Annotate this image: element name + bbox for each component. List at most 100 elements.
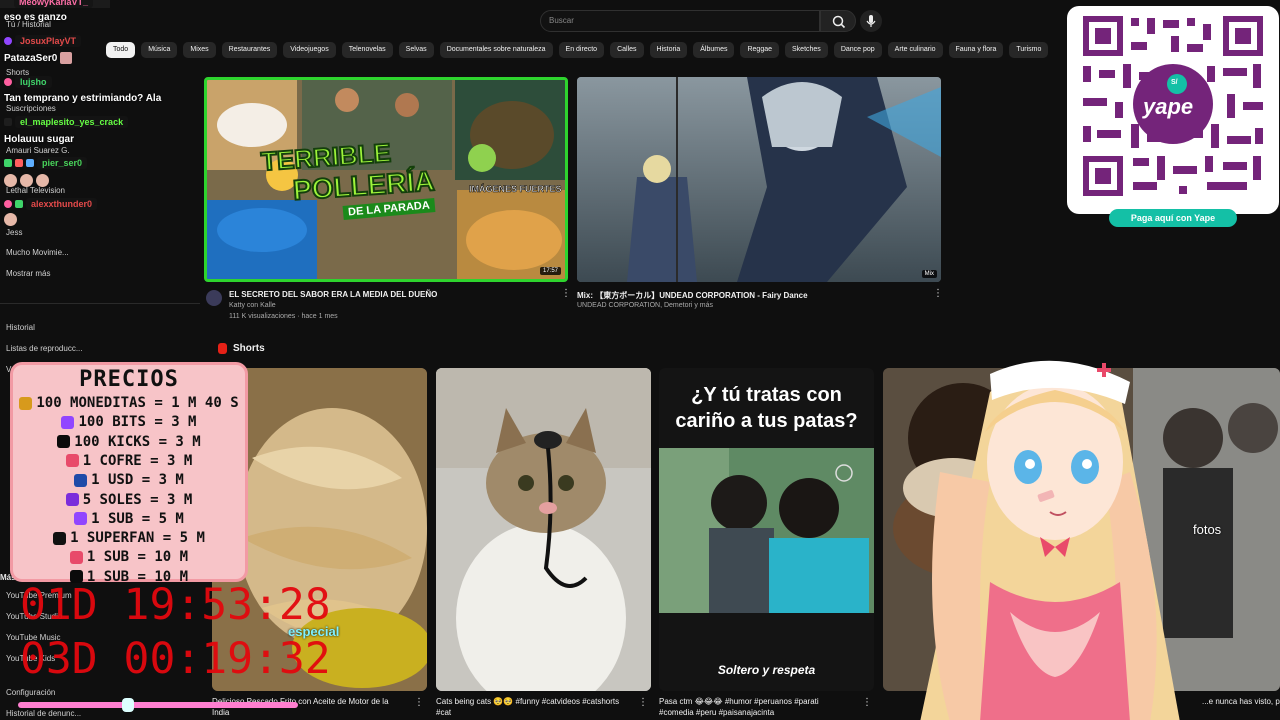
short-2[interactable] (436, 368, 651, 691)
price-line-text: 1 SUB = 10 M (86, 549, 189, 566)
chat-username-6-label: alexxthunder0 (26, 198, 98, 210)
yape-pay-button[interactable]: Paga aquí con Yape (1109, 209, 1237, 227)
shorts-heading: Shorts (218, 343, 265, 354)
chip-1[interactable]: Música (141, 42, 178, 58)
chat-username-6: alexxthunder0 (4, 198, 98, 210)
chip-3[interactable]: Restaurantes (221, 42, 278, 58)
chip-9[interactable]: Calles (610, 42, 644, 58)
chat-username-1-label: MeowyKarlaVT_ (14, 0, 94, 8)
price-line-4: 1 USD = 3 M (13, 472, 245, 488)
chip-14[interactable]: Dance pop (833, 42, 882, 58)
price-line-8: 1 SUB = 10 M (13, 549, 245, 565)
chat-message-4: Holauuu sugar (4, 134, 74, 145)
short-2-menu-icon[interactable]: ⋮ (638, 697, 648, 708)
video-title-1[interactable]: EL SECRETO DEL SABOR ERA LA MEDIA DEL DU… (229, 290, 437, 299)
price-line-1: 100 BITS = 3 M (13, 414, 245, 430)
yape-qr-card: S/ yape (1067, 6, 1279, 214)
chip-10[interactable]: Historia (649, 42, 688, 58)
short-5-caption[interactable]: ...e nunca has visto, par (1202, 696, 1280, 707)
short-2-caption[interactable]: Cats being cats 🥺🥺 #funny #catvideos #ca… (436, 696, 619, 718)
shorts-heading-label: Shorts (233, 343, 265, 354)
video-thumbnail-1[interactable]: TERRIBLE POLLERÍA DE LA PARADA IMÁGENES … (204, 77, 568, 282)
video-thumbnail-2[interactable]: Mix (577, 77, 941, 282)
top-bar: Buscar (200, 0, 1080, 40)
progress-ghost-icon (122, 698, 134, 712)
sidebar-sub-1[interactable]: Amauri Suarez G. (6, 146, 70, 155)
chip-4[interactable]: Videojuegos (283, 42, 336, 58)
price-line-text: 100 KICKS = 3 M (74, 433, 201, 450)
chat-username-2-label: JosuxPlayVT (15, 35, 82, 47)
chip-0[interactable]: Todo (106, 42, 136, 58)
sidebar-item-playlists[interactable]: Listas de reproducc... (6, 344, 82, 353)
chat-username-3-label: lujsho (15, 76, 52, 88)
sidebar-item-history[interactable]: Historial (6, 323, 35, 332)
price-line-3: 1 COFRE = 3 M (13, 453, 245, 469)
price-line-text: 1 SUB = 5 M (91, 510, 184, 527)
chat-username-3: lujsho (4, 76, 52, 88)
price-line-7: 1 SUPERFAN = 5 M (13, 530, 245, 546)
thumb-text-imagenes: IMÁGENES FUERTES (469, 184, 562, 195)
chip-13[interactable]: Sketches (785, 42, 828, 58)
search-button[interactable] (820, 10, 856, 32)
video-channel-2[interactable]: UNDEAD CORPORATION, Demetori y más (577, 302, 713, 309)
video-menu-2-icon[interactable]: ⋮ (933, 288, 943, 299)
short-1-menu-icon[interactable]: ⋮ (414, 697, 424, 708)
countdown-timer-2: 03D 00:19:32 (20, 634, 331, 684)
search-placeholder: Buscar (549, 16, 574, 25)
sidebar-sub-3[interactable]: Jess (6, 228, 22, 237)
short-3[interactable]: ¿Y tú tratas con cariño a tus patas? Sol… (659, 368, 874, 691)
price-platform-icon (65, 493, 79, 506)
chat-message-4-text: Holauuu sugar (4, 134, 75, 145)
video-mix-badge: Mix (921, 270, 937, 278)
search-input[interactable]: Buscar (540, 10, 820, 32)
video-menu-1-icon[interactable]: ⋮ (561, 288, 571, 299)
chat-username-1: MeowyKarlaVT_ (14, 0, 94, 8)
prices-title: PRECIOS (79, 367, 179, 392)
chip-8[interactable]: En directo (558, 42, 605, 58)
price-line-text: 1 SUPERFAN = 5 M (70, 530, 205, 547)
channel-avatar-1[interactable] (206, 290, 222, 306)
price-line-6: 1 SUB = 5 M (13, 511, 245, 527)
chip-6[interactable]: Selvas (398, 42, 434, 58)
shorts-logo-icon (218, 343, 227, 354)
chip-11[interactable]: Álbumes (693, 42, 735, 58)
price-platform-icon (69, 550, 83, 564)
chip-15[interactable]: Arte culinario (887, 42, 943, 58)
yape-badge-text: S/ (1171, 79, 1178, 86)
short-2-caption-line1: Cats being cats 🥺🥺 #funny #catvideos #ca… (436, 697, 620, 706)
chip-17[interactable]: Turismo (1009, 42, 1049, 58)
price-line-5: 5 SOLES = 3 M (13, 492, 245, 508)
chat-message-3-text: Tan temprano y estrimiando? Ala (4, 93, 162, 104)
microphone-icon (866, 15, 876, 27)
chip-12[interactable]: Reggae (740, 42, 780, 58)
short-3-menu-icon[interactable]: ⋮ (862, 697, 872, 708)
short-3-brand-logo: Soltero y respeta (717, 663, 816, 677)
chat-badge-icon (4, 118, 12, 126)
chip-16[interactable]: Fauna y flora (948, 42, 1004, 58)
chat-emotes-row (4, 174, 49, 187)
chip-2[interactable]: Mixes (183, 42, 216, 58)
video-title-2[interactable]: Mix: 【東方ボーカル】UNDEAD CORPORATION - Fairy … (577, 290, 808, 301)
chip-7[interactable]: Documentales sobre naturaleza (439, 42, 553, 58)
chat-message-1-text: eso es ganzo (4, 12, 67, 23)
price-line-text: 100 MONEDITAS = 1 M 40 S (36, 395, 239, 411)
price-platform-icon (65, 454, 79, 468)
chip-5[interactable]: Telenovelas (341, 42, 393, 58)
sidebar-sub-2[interactable]: Lethal Television (6, 186, 65, 195)
chat-message-2: PatazaSer0 (4, 52, 73, 64)
chat-message-1: eso es ganzo (4, 12, 67, 23)
sidebar-sub-4[interactable]: Mucho Movimie... (6, 248, 69, 257)
chat-badge-icon (4, 200, 12, 208)
sidebar-item-settings[interactable]: Configuración (6, 688, 55, 697)
sidebar-item-subscriptions[interactable]: Suscripciones (6, 104, 56, 113)
video-channel-1[interactable]: Katty con Kalle (229, 302, 276, 309)
voice-search-button[interactable] (860, 10, 882, 32)
sidebar-item-report-history[interactable]: Historial de denunc... (6, 709, 81, 718)
video-meta-1: 111 K visualizaciones · hace 1 mes (229, 313, 338, 320)
short-3-caption[interactable]: Pasa ctm 😂😂😂 #humor #peruanos #parati #co… (659, 696, 819, 718)
price-platform-icon (19, 396, 33, 410)
short-3-caption-line2: #comedia #peru #paisanajacinta (659, 708, 775, 717)
price-platform-icon (57, 435, 71, 449)
sidebar-show-more[interactable]: Mostrar más (6, 269, 50, 278)
chat-emote-icon (4, 174, 17, 187)
